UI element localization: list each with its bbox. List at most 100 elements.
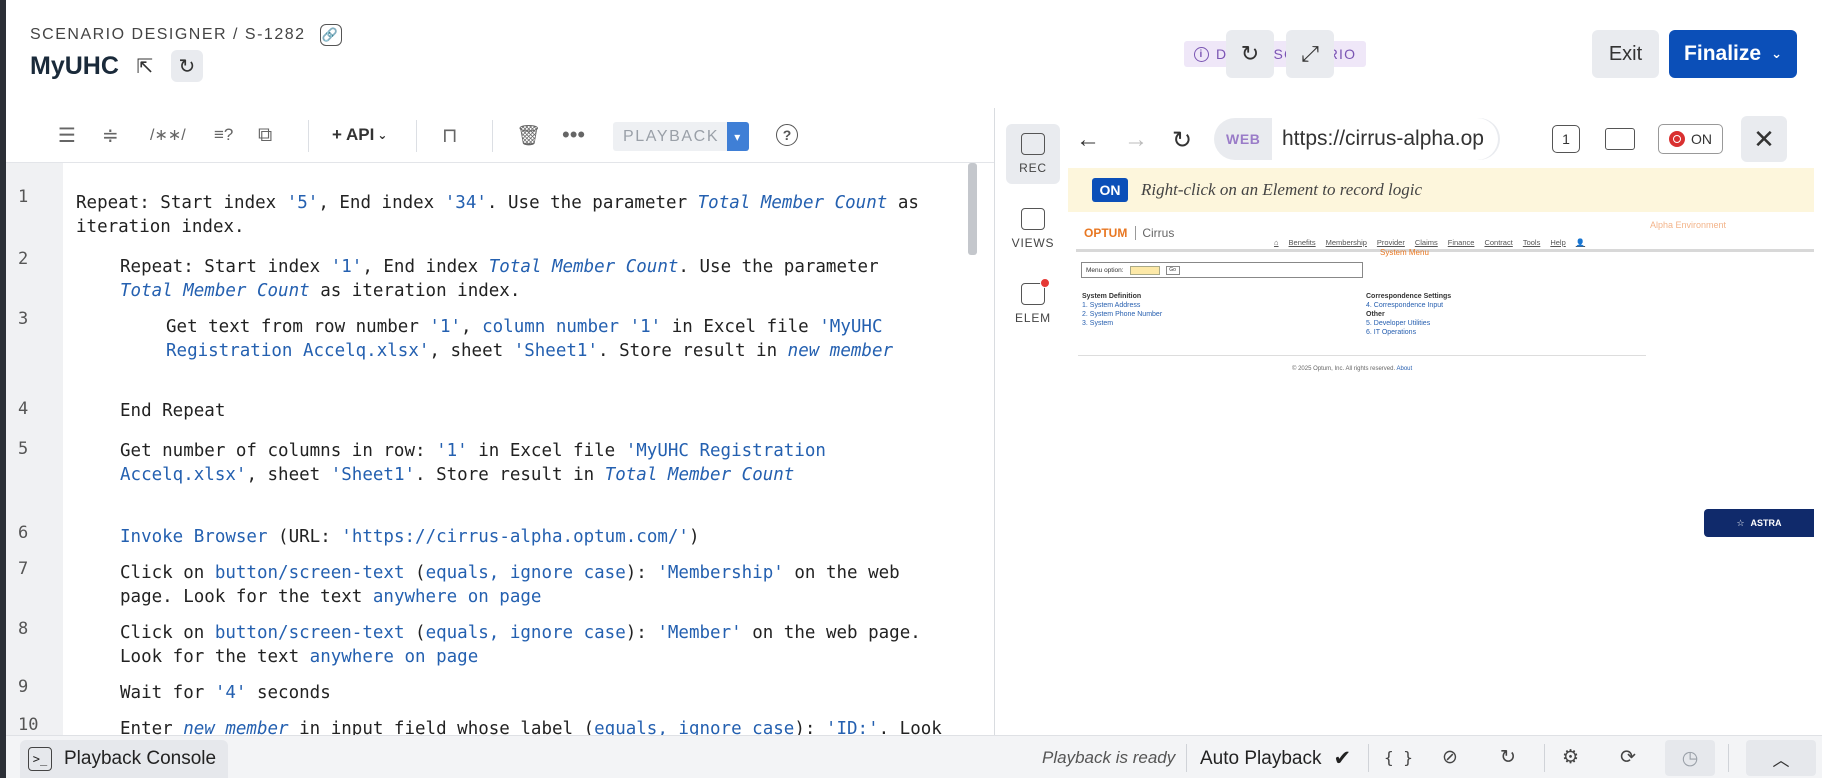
comment-icon[interactable]: /∗∗/ — [150, 120, 186, 150]
browser-viewport[interactable]: OPTUM Cirrus Alpha Environment ⌂ Benefits… — [1068, 212, 1814, 735]
step-parameter[interactable]: new member — [183, 719, 288, 735]
exit-button[interactable]: Exit — [1592, 30, 1659, 78]
disable-icon[interactable]: ⊘ — [1442, 744, 1458, 770]
step-line-7[interactable]: Click on button/screen-text (equals, ign… — [120, 561, 940, 609]
site-menu-item[interactable]: Claims — [1415, 238, 1438, 247]
expand-button[interactable]: ⤢ — [1286, 30, 1334, 78]
step-text: in input field whose label ( — [288, 719, 595, 735]
chart-icon — [1021, 208, 1045, 230]
step-line-10[interactable]: Enter new member in input field whose la… — [120, 717, 986, 735]
rail-rec-tab[interactable]: REC — [1006, 124, 1060, 184]
step-line-9[interactable]: Wait for '4' seconds — [120, 681, 940, 705]
site-link[interactable]: 1. System Address — [1082, 301, 1162, 310]
tab-count[interactable]: 1 — [1552, 125, 1580, 153]
history-icon[interactable]: ◷ — [1665, 740, 1715, 776]
finalize-button[interactable]: Finalize ⌄ — [1669, 30, 1797, 78]
help-button[interactable]: ? — [776, 120, 798, 150]
site-link[interactable]: 3. System — [1082, 319, 1162, 328]
go-button[interactable]: Go — [1165, 265, 1180, 275]
copy-icon[interactable]: ⧉ — [258, 120, 272, 150]
rail-views-tab[interactable]: VIEWS — [1006, 199, 1060, 259]
add-api-button[interactable]: + API ⌄ — [332, 120, 387, 150]
system-menu-title: System Menu — [1380, 248, 1429, 257]
more-icon[interactable]: ••• — [562, 120, 585, 150]
step-text: in Excel file — [661, 317, 820, 337]
site-link[interactable]: 4. Correspondence Input — [1366, 301, 1451, 310]
forward-arrow-icon[interactable]: → — [1124, 126, 1148, 154]
step-line-5[interactable]: Get number of columns in row: '1' in Exc… — [120, 439, 860, 487]
device-icon[interactable] — [1605, 128, 1635, 150]
footer-link[interactable]: About — [1396, 366, 1412, 372]
step-line-1[interactable]: Repeat: Start index '5', End index '34'.… — [76, 191, 956, 239]
menu-option-input[interactable] — [1129, 265, 1160, 275]
chevron-up-icon[interactable]: ︿ — [1746, 740, 1816, 776]
site-menu-item[interactable]: Tools — [1523, 238, 1541, 247]
sync-icon[interactable]: ⟳ — [1620, 744, 1636, 770]
close-button[interactable]: ✕ — [1741, 116, 1787, 162]
step-line-2[interactable]: Repeat: Start index '1', End index Total… — [120, 255, 920, 303]
step-parameter[interactable]: Total Member Count — [605, 465, 795, 485]
insert-step-above-icon[interactable]: ☰ — [58, 120, 76, 150]
status-bar: >_ Playback Console Playback is ready Au… — [6, 735, 1822, 778]
step-value: 'https://cirrus-alpha.optum.com/' — [341, 527, 689, 547]
record-toggle[interactable]: ON — [1658, 124, 1723, 154]
step-line-4[interactable]: End Repeat — [120, 399, 920, 423]
editor-scrollbar[interactable] — [968, 163, 977, 255]
back-arrow-icon[interactable]: ← — [1076, 126, 1100, 154]
user-icon[interactable]: 👤 — [1576, 238, 1585, 247]
url-bar[interactable]: WEB https://cirrus-alpha.op — [1214, 118, 1500, 160]
info-icon: i — [1194, 46, 1209, 62]
toolbar-divider — [308, 120, 309, 152]
step-line-6[interactable]: Invoke Browser (URL: 'https://cirrus-alp… — [120, 525, 940, 549]
site-divider — [1078, 355, 1646, 356]
rail-elem-tab[interactable]: ELEM — [1006, 274, 1060, 334]
site-link[interactable]: 6. IT Operations — [1366, 328, 1451, 337]
site-menu-item[interactable]: Help — [1550, 238, 1565, 247]
site-menu-item[interactable]: Provider — [1377, 238, 1405, 247]
line-number-gutter — [6, 163, 63, 735]
settings-gear-icon[interactable]: ⚙ — [1562, 744, 1579, 770]
astra-button[interactable]: ☆ ASTRA — [1704, 509, 1814, 537]
open-external-icon[interactable]: ⇱ — [129, 50, 161, 82]
url-input[interactable]: https://cirrus-alpha.op — [1272, 118, 1498, 160]
home-icon[interactable]: ⌂ — [1274, 238, 1279, 247]
site-menu-item[interactable]: Contract — [1484, 238, 1512, 247]
chevron-down-icon[interactable]: ▾ — [727, 122, 749, 151]
step-text: . Store result in — [598, 341, 788, 361]
playback-dropdown[interactable]: PLAYBACK ▾ — [613, 122, 749, 151]
line-number: 2 — [18, 249, 29, 269]
step-line-8[interactable]: Click on button/screen-text (equals, ign… — [120, 621, 970, 669]
step-parameter[interactable]: new member — [788, 341, 893, 361]
step-value: '1' — [429, 317, 462, 337]
site-menu-item[interactable]: Benefits — [1289, 238, 1316, 247]
pane-divider[interactable] — [994, 108, 995, 735]
site-link[interactable]: 2. System Phone Number — [1082, 310, 1162, 319]
reload-button[interactable]: ↻ — [1226, 30, 1274, 78]
step-parameter[interactable]: Total Member Count — [120, 281, 310, 301]
step-value: equals, ignore case — [425, 563, 626, 583]
step-value: anywhere on page — [309, 647, 479, 667]
step-parameter[interactable]: Total Member Count — [489, 257, 679, 277]
link-icon[interactable]: 🔗 — [319, 24, 342, 46]
refresh-icon[interactable]: ↻ — [1500, 744, 1516, 770]
auto-playback-toggle[interactable]: Auto Playback ✔ — [1200, 746, 1351, 771]
json-braces-button[interactable]: { } — [1384, 744, 1413, 770]
site-logo[interactable]: OPTUM Cirrus — [1084, 226, 1175, 240]
playback-console-tab[interactable]: >_ Playback Console — [20, 740, 228, 778]
briefcase-icon[interactable]: ⊓ — [442, 120, 458, 150]
step-text: , End index — [318, 193, 445, 213]
site-menu-item[interactable]: Membership — [1326, 238, 1367, 247]
step-line-3[interactable]: Get text from row number '1', column num… — [166, 315, 926, 363]
refresh-title-icon[interactable]: ↻ — [170, 50, 203, 82]
step-value: 'Membership' — [657, 563, 784, 583]
insert-step-below-icon[interactable]: ≑ — [102, 120, 119, 150]
step-value: 'Sheet1' — [330, 465, 416, 485]
site-menu-item[interactable]: Finance — [1448, 238, 1475, 247]
step-editor[interactable]: 1 2 3 4 5 6 7 8 9 10 Repeat: Start index… — [6, 163, 986, 735]
step-parameter[interactable]: Total Member Count — [698, 193, 888, 213]
delete-icon[interactable]: 🗑 — [516, 120, 541, 150]
condition-icon[interactable]: ≡? — [214, 120, 233, 150]
reload-icon[interactable]: ↻ — [1172, 126, 1192, 155]
record-icon — [1021, 133, 1045, 155]
site-link[interactable]: 5. Developer Utilities — [1366, 319, 1451, 328]
